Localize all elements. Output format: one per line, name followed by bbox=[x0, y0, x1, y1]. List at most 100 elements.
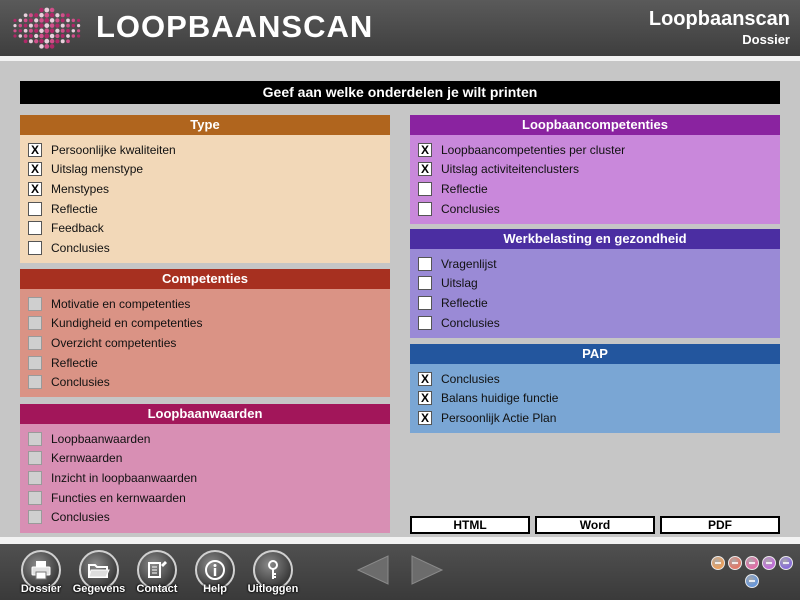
checkbox-row[interactable]: Feedback bbox=[28, 218, 390, 238]
checkbox-row[interactable]: Conclusies bbox=[28, 372, 390, 392]
checkbox[interactable]: X bbox=[418, 371, 432, 386]
checkbox-row[interactable]: X Persoonlijke kwaliteiten bbox=[28, 140, 390, 160]
checkbox-row[interactable]: Conclusies bbox=[28, 507, 390, 527]
checkbox-row[interactable]: Reflectie bbox=[28, 199, 390, 219]
checkbox-row[interactable]: Kundigheid en competenties bbox=[28, 314, 390, 334]
checkbox-row[interactable]: X Conclusies bbox=[418, 369, 780, 389]
checkbox bbox=[28, 316, 42, 331]
checkbox bbox=[28, 296, 42, 311]
checkbox-row[interactable]: Overzicht competenties bbox=[28, 333, 390, 353]
checkbox[interactable] bbox=[28, 221, 42, 236]
checkbox-row[interactable]: Loopbaanwaarden bbox=[28, 429, 390, 449]
checkbox-row[interactable]: Reflectie bbox=[28, 353, 390, 373]
module-type-icon[interactable] bbox=[711, 556, 725, 570]
checkbox-row[interactable]: X Uitslag activiteitenclusters bbox=[418, 160, 780, 180]
checkbox-row[interactable]: Functies en kernwaarden bbox=[28, 488, 390, 508]
checkbox[interactable] bbox=[418, 276, 432, 291]
checkbox-label: Vragenlijst bbox=[441, 256, 497, 271]
nav-dossier-button[interactable]: Dossier bbox=[18, 550, 64, 595]
checkbox-row[interactable]: Inzicht in loopbaanwaarden bbox=[28, 468, 390, 488]
footer-divider bbox=[0, 537, 800, 544]
module-competenties-icon[interactable] bbox=[728, 556, 742, 570]
module-pap-icon[interactable] bbox=[745, 574, 759, 588]
checkbox[interactable] bbox=[418, 295, 432, 310]
export-html-button[interactable]: HTML bbox=[410, 516, 530, 534]
checkbox-label: Functies en kernwaarden bbox=[51, 490, 186, 505]
export-pdf-button[interactable]: PDF bbox=[660, 516, 780, 534]
checkbox-label: Motivatie en competenties bbox=[51, 296, 191, 311]
previous-arrow-icon[interactable] bbox=[356, 554, 390, 586]
checkbox[interactable] bbox=[28, 240, 42, 255]
checkbox[interactable]: X bbox=[418, 391, 432, 406]
checkbox[interactable]: X bbox=[418, 142, 432, 157]
checkbox[interactable]: X bbox=[28, 142, 42, 157]
logo-icon bbox=[13, 7, 81, 49]
module-werkbelasting-icon[interactable] bbox=[779, 556, 793, 570]
checkbox-row[interactable]: Reflectie bbox=[418, 179, 780, 199]
next-arrow-icon[interactable] bbox=[410, 554, 444, 586]
app-footer: Dossier Gegevens Contact Help Uitloggen bbox=[0, 544, 800, 600]
module-loopbaanwaarden-icon[interactable] bbox=[745, 556, 759, 570]
checkbox-label: Menstypes bbox=[51, 181, 110, 196]
checkbox-row[interactable]: X Loopbaancompetenties per cluster bbox=[418, 140, 780, 160]
export-word-button[interactable]: Word bbox=[535, 516, 655, 534]
nav-help-button[interactable]: Help bbox=[192, 550, 238, 595]
checkbox-label: Persoonlijk Actie Plan bbox=[441, 410, 557, 425]
checkbox-label: Loopbaancompetenties per cluster bbox=[441, 142, 626, 157]
checkbox-label: Conclusies bbox=[51, 375, 110, 390]
panel-body: X Conclusies X Balans huidige functie X Perso… bbox=[410, 364, 780, 433]
checkbox-row[interactable]: Reflectie bbox=[418, 293, 780, 313]
checkbox-label: Inzicht in loopbaanwaarden bbox=[51, 470, 198, 485]
printer-icon bbox=[31, 561, 51, 580]
checkbox[interactable] bbox=[28, 201, 42, 216]
checkbox[interactable] bbox=[418, 181, 432, 196]
app-header: LOOPBAANSCAN Loopbaanscan Dossier bbox=[0, 0, 800, 56]
panel-title: Werkbelasting en gezondheid bbox=[410, 229, 780, 249]
checkbox-label: Reflectie bbox=[51, 201, 98, 216]
checkbox bbox=[28, 431, 42, 446]
panel-title: PAP bbox=[410, 344, 780, 364]
checkbox-row[interactable]: X Persoonlijk Actie Plan bbox=[418, 408, 780, 428]
checkbox[interactable] bbox=[418, 315, 432, 330]
checkbox-label: Balans huidige functie bbox=[441, 391, 559, 406]
checkbox-row[interactable]: X Menstypes bbox=[28, 179, 390, 199]
checkbox-row[interactable]: Vragenlijst bbox=[418, 254, 780, 274]
checkbox[interactable]: X bbox=[418, 162, 432, 177]
nav-contact-button[interactable]: Contact bbox=[134, 550, 180, 595]
checkbox[interactable]: X bbox=[418, 410, 432, 425]
nav-gegevens-button[interactable]: Gegevens bbox=[73, 550, 125, 595]
nav-label: Contact bbox=[136, 583, 178, 595]
checkbox-row[interactable]: Conclusies bbox=[418, 313, 780, 333]
panel-title: Loopbaancompetenties bbox=[410, 115, 780, 135]
module-loopbaancompetenties-icon[interactable] bbox=[762, 556, 776, 570]
checkbox bbox=[28, 451, 42, 466]
checkbox-row[interactable]: Uitslag bbox=[418, 274, 780, 294]
panel-loopbaancompetenties: Loopbaancompetenties X Loopbaancompetenti… bbox=[410, 115, 780, 224]
checkbox-row[interactable]: X Balans huidige functie bbox=[418, 389, 780, 409]
panel-title: Loopbaanwaarden bbox=[20, 404, 390, 424]
checkbox bbox=[28, 490, 42, 505]
checkbox-row[interactable]: Conclusies bbox=[418, 199, 780, 219]
checkbox-label: Persoonlijke kwaliteiten bbox=[51, 142, 176, 157]
nav-label: Uitloggen bbox=[247, 583, 299, 595]
checkbox[interactable]: X bbox=[28, 162, 42, 177]
checkbox-row[interactable]: Motivatie en competenties bbox=[28, 294, 390, 314]
checkbox[interactable]: X bbox=[28, 181, 42, 196]
page-title: Geef aan welke onderdelen je wilt printe… bbox=[20, 81, 780, 104]
checkbox-row[interactable]: Kernwaarden bbox=[28, 449, 390, 469]
info-icon bbox=[205, 560, 225, 580]
nav-uitloggen-button[interactable]: Uitloggen bbox=[248, 550, 298, 595]
checkbox bbox=[28, 355, 42, 370]
checkbox-row[interactable]: X Uitslag menstype bbox=[28, 160, 390, 180]
checkbox-row[interactable]: Conclusies bbox=[28, 238, 390, 258]
checkbox bbox=[28, 335, 42, 350]
panel-pap: PAP X Conclusies X Balans huidige functie X P… bbox=[410, 344, 780, 433]
panel-title: Type bbox=[20, 115, 390, 135]
checkbox[interactable] bbox=[418, 256, 432, 271]
panel-competenties: Competenties Motivatie en competenties Ku… bbox=[20, 269, 390, 397]
checkbox-label: Uitslag menstype bbox=[51, 162, 144, 177]
panel-body: Vragenlijst Uitslag Reflectie Conclusies bbox=[410, 249, 780, 338]
main-content: Geef aan welke onderdelen je wilt printe… bbox=[0, 61, 800, 537]
panel-loopbaanwaarden: Loopbaanwaarden Loopbaanwaarden Kernwaard… bbox=[20, 404, 390, 533]
checkbox[interactable] bbox=[418, 201, 432, 216]
